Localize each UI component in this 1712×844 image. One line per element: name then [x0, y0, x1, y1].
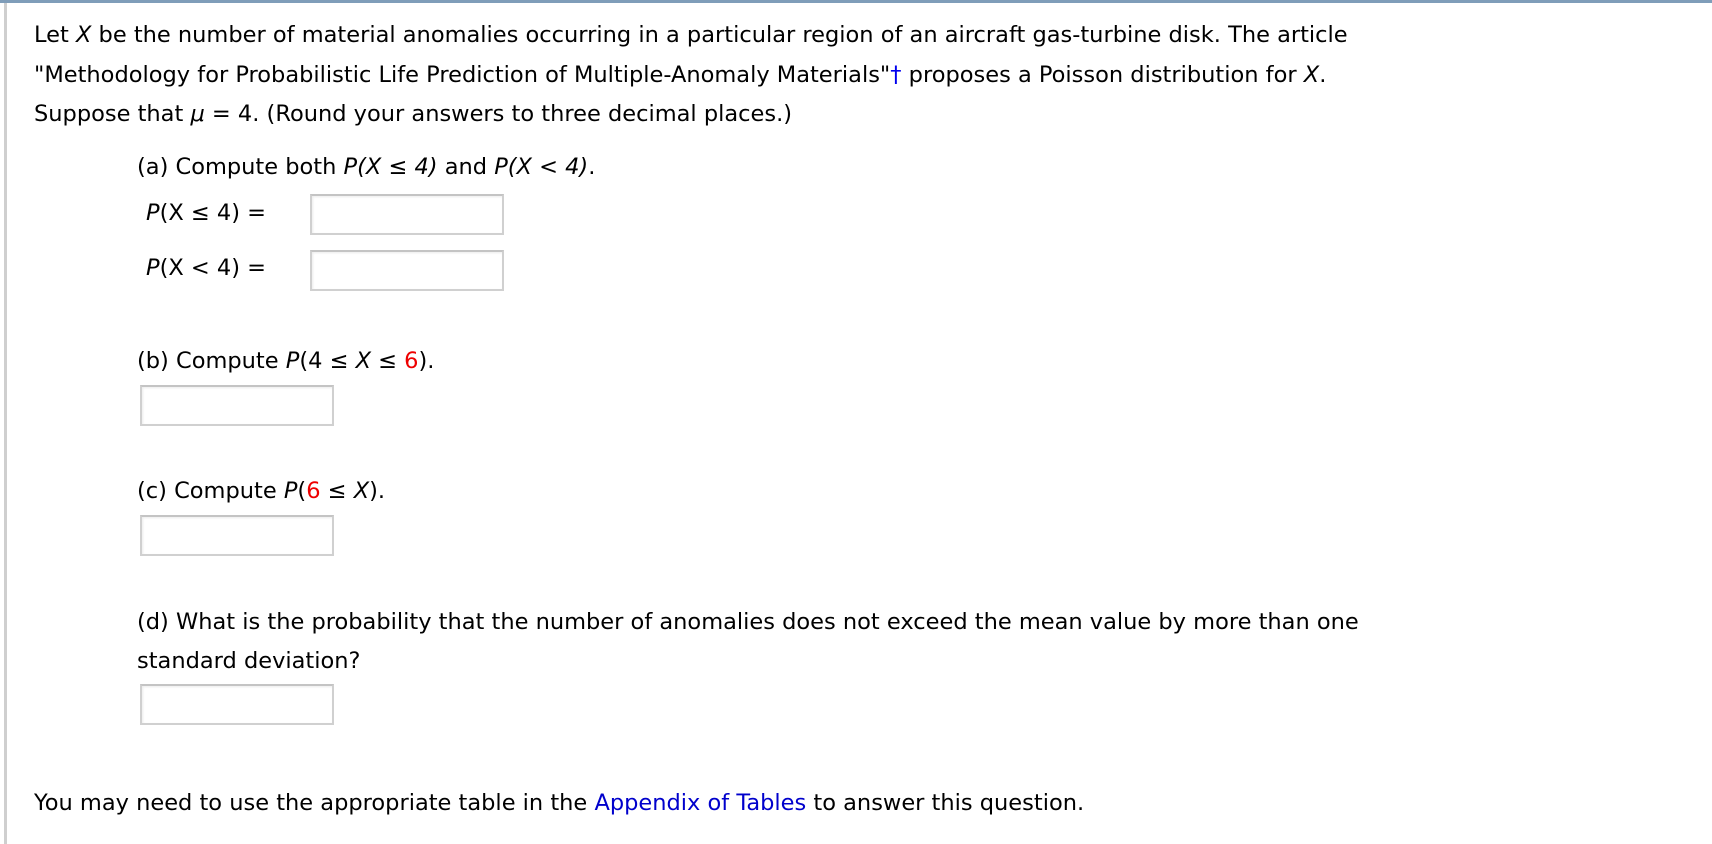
part-a-expr2: P(X < 4): [494, 154, 589, 180]
footnote-dagger-link[interactable]: †: [890, 62, 901, 88]
intro-text: proposes a Poisson distribution for: [901, 62, 1304, 88]
part-c-label: (c) Compute: [137, 478, 284, 504]
part-b-label: (b) Compute: [137, 348, 286, 374]
part-a-row1-label: P(X ≤ 4) =: [146, 199, 266, 227]
intro-text: Let: [34, 22, 76, 48]
footer-text: to answer this question.: [806, 790, 1085, 816]
answer-input-b[interactable]: [140, 385, 334, 426]
expr-text: (X < 4) =: [159, 255, 267, 281]
footer-text: You may need to use the appropriate tabl…: [34, 790, 595, 816]
part-d-prompt-line-1: (d) What is the probability that the num…: [137, 609, 1359, 635]
intro-text: .: [1319, 62, 1327, 88]
intro-text: be the number of material anomalies occu…: [91, 22, 1348, 48]
conjunction: and: [437, 154, 495, 180]
part-a-prompt: (a) Compute both P(X ≤ 4) and P(X < 4).: [137, 153, 595, 181]
highlighted-value: 6: [404, 348, 419, 374]
intro-line-1: Let X be the number of material anomalie…: [34, 21, 1348, 49]
part-a-row2-label: P(X < 4) =: [146, 254, 266, 282]
expr-text: ).: [418, 348, 435, 374]
variable-x: X: [353, 478, 370, 504]
variable-x: X: [75, 22, 92, 48]
punctuation: .: [588, 154, 596, 180]
highlighted-value: 6: [306, 478, 321, 504]
intro-line-3: Suppose that μ = 4. (Round your answers …: [34, 100, 792, 128]
part-c-prompt: (c) Compute P(6 ≤ X).: [137, 477, 385, 505]
expr-text: (: [297, 478, 307, 504]
p-symbol: P: [283, 478, 298, 504]
answer-input-c[interactable]: [140, 515, 334, 556]
top-border-bar: [0, 0, 1712, 3]
p-symbol: P: [146, 200, 160, 226]
expr-text: ≤: [371, 348, 405, 374]
expr-text: (X ≤ 4) =: [159, 200, 267, 226]
expr-text: (4 ≤: [299, 348, 356, 374]
part-a-expr1: P(X ≤ 4): [343, 154, 438, 180]
mu-symbol: μ: [190, 101, 205, 127]
intro-text: = 4. (Round your answers to three decima…: [204, 101, 793, 127]
p-symbol: P: [146, 255, 160, 281]
article-title: "Methodology for Probabilistic Life Pred…: [34, 62, 891, 88]
variable-x: X: [1303, 62, 1320, 88]
p-symbol: P: [285, 348, 300, 374]
intro-line-2: "Methodology for Probabilistic Life Pred…: [34, 61, 1326, 89]
answer-input-a-lt[interactable]: [310, 250, 504, 291]
part-d-prompt-line-2: standard deviation?: [137, 648, 361, 674]
part-b-prompt: (b) Compute P(4 ≤ X ≤ 6).: [137, 347, 434, 375]
footer-note: You may need to use the appropriate tabl…: [34, 789, 1084, 817]
answer-input-a-leq[interactable]: [310, 194, 504, 235]
variable-x: X: [355, 348, 371, 374]
appendix-of-tables-link[interactable]: Appendix of Tables: [594, 790, 806, 816]
left-border: [4, 3, 7, 844]
expr-text: ≤: [320, 478, 354, 504]
part-a-label: (a) Compute both: [137, 154, 344, 180]
intro-text: Suppose that: [34, 101, 191, 127]
expr-text: ).: [369, 478, 386, 504]
answer-input-d[interactable]: [140, 684, 334, 725]
